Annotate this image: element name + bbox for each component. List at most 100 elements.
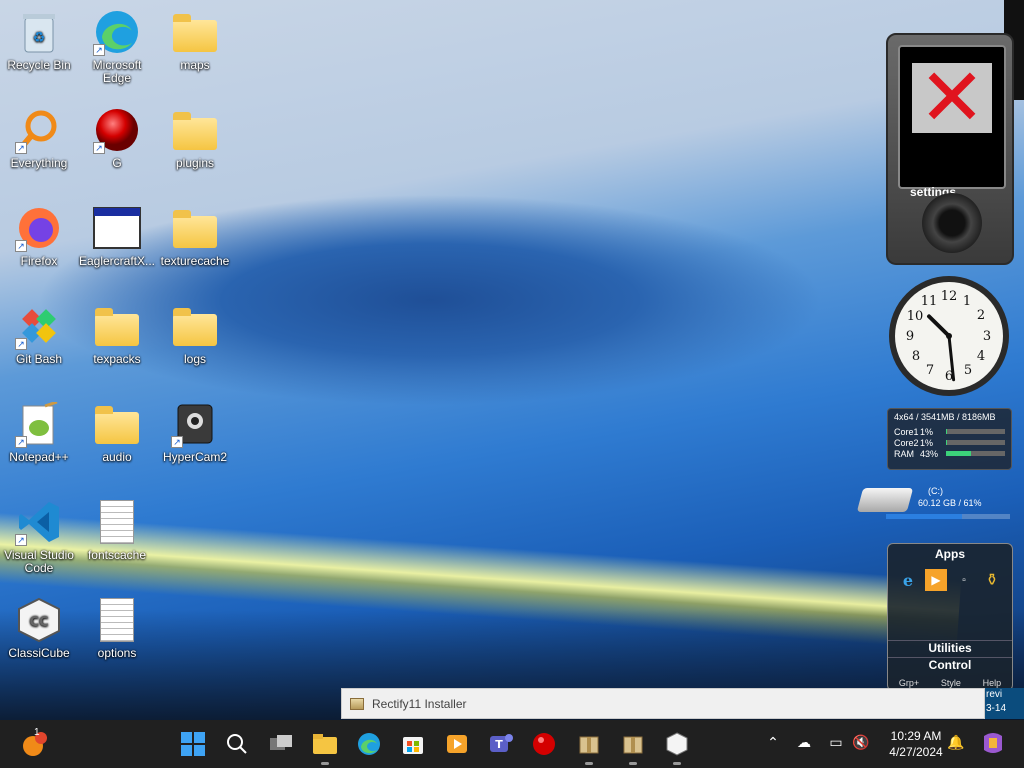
installer-window-title: Rectify11 Installer: [372, 696, 467, 711]
svg-text:4: 4: [977, 349, 985, 364]
copilot-icon[interactable]: [980, 732, 1006, 753]
desktop-icon-logs[interactable]: logs: [156, 302, 234, 366]
folder-icon: [171, 8, 219, 56]
task-view-button[interactable]: [265, 728, 297, 760]
notification-count-badge: 1: [34, 727, 40, 738]
media-player-gadget[interactable]: ✕ settings: [886, 33, 1014, 265]
folder-icon: [93, 400, 141, 448]
desktop-icon-everything[interactable]: ↗ Everything: [0, 106, 78, 170]
store-icon: [403, 737, 423, 754]
desktop-icon-git-bash[interactable]: ↗ Git Bash: [0, 302, 78, 366]
microsoft-store-button[interactable]: [397, 728, 429, 760]
desktop-icon-microsoft-edge[interactable]: ↗ Microsoft Edge: [78, 8, 156, 85]
desktop-icon-maps[interactable]: maps: [156, 8, 234, 72]
desktop-icon-audio[interactable]: audio: [78, 400, 156, 464]
desktop-icon-label: Microsoft Edge: [92, 58, 142, 85]
desktop-icon-label: Notepad++: [9, 450, 69, 464]
desktop-icon-label: Visual Studio Code: [4, 548, 74, 575]
svg-text:9: 9: [906, 329, 914, 344]
task-view-icon: [270, 735, 292, 750]
recycle-bin-icon: ♻: [15, 8, 63, 56]
small-window-icon[interactable]: ▫: [953, 569, 975, 591]
desktop-icon-label: Git Bash: [15, 352, 63, 366]
apps-section-utilities[interactable]: Utilities: [888, 640, 1012, 655]
desktop-icon-label: Everything: [10, 156, 68, 170]
installer-window[interactable]: Rectify11 Installer: [341, 688, 985, 719]
desktop-icon-vscode[interactable]: ↗ Visual Studio Code: [0, 498, 78, 575]
desktop-icon-fontscache[interactable]: fontscache: [78, 498, 156, 562]
installer-taskbar-button-1[interactable]: [573, 728, 605, 765]
search-button[interactable]: [221, 728, 253, 760]
internet-explorer-icon[interactable]: e: [897, 569, 919, 591]
taskbar: 1 T ⌃ ☁ ▭ 🔇 10:29 AM 4/27/2024 🔔: [0, 720, 1024, 768]
taskbar-time: 10:29 AM: [890, 729, 942, 743]
volume-muted-icon[interactable]: 🔇: [852, 734, 870, 752]
desktop-icon-label: fontscache: [87, 548, 147, 562]
desktop-icon-recycle-bin[interactable]: ♻ Recycle Bin: [0, 8, 78, 72]
desktop-icon-firefox[interactable]: ↗ Firefox: [0, 204, 78, 268]
start-button[interactable]: [177, 728, 209, 760]
apps-help-button[interactable]: Help: [983, 678, 1002, 688]
red-ball-taskbar-button[interactable]: [528, 728, 560, 760]
notification-bell-icon[interactable]: 🔔: [947, 734, 965, 752]
notification-widget-button[interactable]: 1: [18, 727, 50, 760]
svg-text:5: 5: [964, 363, 972, 378]
desktop-icon-notepad-plus-plus[interactable]: ↗ Notepad++: [0, 400, 78, 464]
svg-text:7: 7: [926, 363, 934, 378]
apps-title[interactable]: Apps: [888, 544, 1012, 561]
desktop-icon-label: options: [97, 646, 137, 660]
onedrive-offline-icon[interactable]: ☁: [795, 734, 813, 752]
file-explorer-button[interactable]: [309, 728, 341, 765]
search-icon: [227, 734, 247, 754]
drive-meter-gadget: (C:) 60.12 GB / 61%: [856, 484, 1012, 524]
desktop-icon-texpacks[interactable]: texpacks: [78, 302, 156, 366]
desktop-icon-label: texpacks: [93, 352, 141, 366]
desktop-icon-hypercam2[interactable]: ↗ HyperCam2: [156, 400, 234, 464]
apps-section-control[interactable]: Control: [888, 657, 1012, 672]
chevron-up-icon[interactable]: ⌃: [764, 734, 782, 752]
cpu-row-bar: [946, 429, 947, 434]
folder-icon: [171, 106, 219, 154]
desktop-icon-g[interactable]: ↗ G: [78, 106, 156, 170]
windows-logo-icon: [181, 732, 205, 756]
cpu-header: 4x64 / 3541MB / 8186MB: [894, 412, 996, 422]
cpu-row-bar: [946, 451, 972, 456]
svg-text:2: 2: [977, 308, 985, 323]
clock-button[interactable]: 10:29 AM 4/27/2024: [882, 728, 950, 760]
edge-taskbar-button[interactable]: [353, 728, 385, 760]
desktop-icon-label: ClassiCube: [8, 646, 70, 660]
apps-style-button[interactable]: Style: [941, 678, 961, 688]
media-player-control-pad[interactable]: [922, 193, 982, 253]
desktop-icon-label: EaglercraftX...: [78, 254, 156, 268]
cpu-row-ram: RAM 43%: [894, 448, 1005, 459]
apps-group-add-button[interactable]: Grp+: [899, 678, 919, 688]
red-ball-icon: [533, 733, 555, 755]
classicube-taskbar-button[interactable]: [661, 728, 693, 765]
desktop-icon-plugins[interactable]: plugins: [156, 106, 234, 170]
installer-taskbar-button-2[interactable]: [617, 728, 649, 765]
notepad-plus-plus-icon: ↗: [15, 400, 63, 448]
cpu-row-label: Core2: [894, 437, 919, 448]
svg-text:T: T: [495, 738, 503, 751]
desktop-icon-classicube[interactable]: CC ClassiCube: [0, 596, 78, 660]
desktop-icon-eaglercraft[interactable]: EaglercraftX...: [78, 204, 156, 268]
svg-text:11: 11: [921, 294, 938, 309]
taskbar-date: 4/27/2024: [889, 745, 943, 759]
edge-icon: [358, 733, 380, 755]
document-icon: [93, 596, 141, 644]
svg-text:8: 8: [912, 349, 920, 364]
package-icon: [623, 736, 643, 754]
cpu-row-core1: Core1 1%: [894, 426, 1005, 437]
trophy-icon[interactable]: ⚱: [981, 569, 1003, 591]
cpu-meter-gadget: 4x64 / 3541MB / 8186MB Core1 1% Core2 1%…: [887, 408, 1012, 470]
teams-button[interactable]: T: [485, 728, 517, 760]
network-icon[interactable]: ▭: [827, 734, 845, 752]
media-player-taskbar-button[interactable]: [441, 728, 473, 760]
drive-info: 60.12 GB / 61%: [918, 498, 982, 508]
red-ball-icon: ↗: [93, 106, 141, 154]
window-app-icon: [93, 204, 141, 252]
close-icon: ✕: [912, 58, 992, 138]
desktop-icon-options[interactable]: options: [78, 596, 156, 660]
desktop-icon-texturecache[interactable]: texturecache: [156, 204, 234, 268]
media-player-icon[interactable]: ▶: [925, 569, 947, 591]
